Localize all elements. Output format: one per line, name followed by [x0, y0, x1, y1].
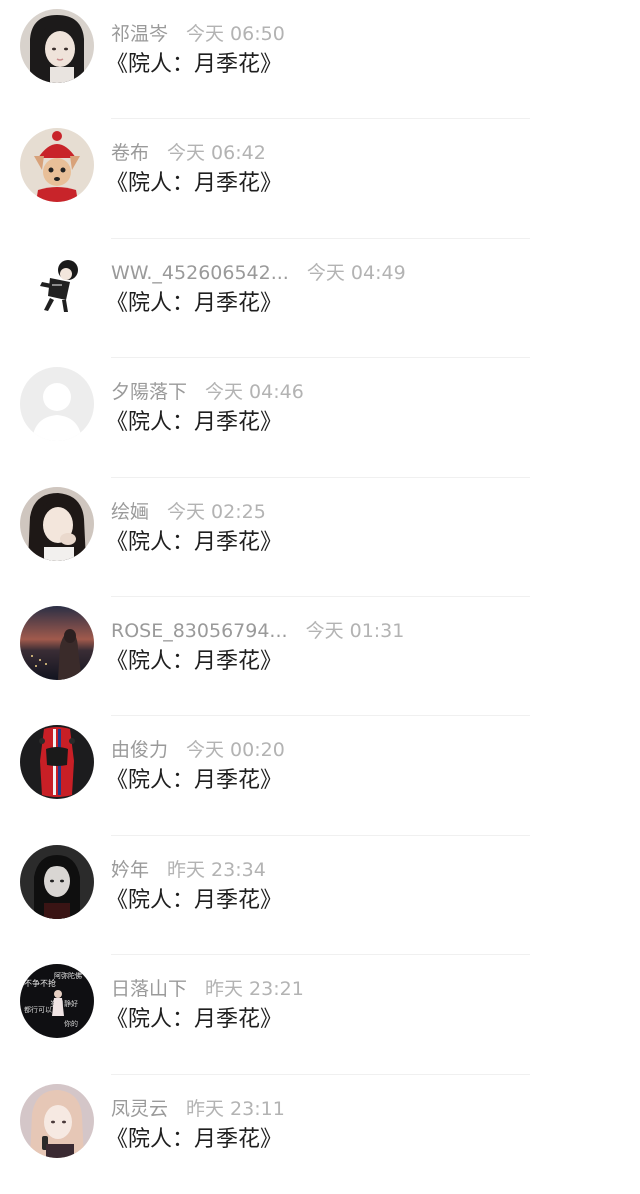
username[interactable]: 夕陽落下	[111, 381, 187, 403]
avatar[interactable]	[20, 605, 94, 680]
timestamp: 今天 04:49	[306, 261, 406, 284]
username[interactable]: 日落山下	[111, 978, 187, 1000]
comment-text: 《院人：月季花》	[106, 290, 283, 316]
comment-meta: 由俊力 今天 00:20	[111, 735, 285, 762]
username[interactable]: 由俊力	[111, 739, 168, 761]
avatar-dog-red-hat-icon	[20, 128, 94, 203]
username[interactable]: 妗年	[111, 859, 149, 881]
avatar-text: 你的	[64, 1019, 78, 1028]
list-item[interactable]: 不争不抢 阿弥陀佛 岁月静好 都行可以 你的 日落山下 昨天 23:21 《院人：…	[0, 955, 640, 1075]
timestamp: 昨天 23:11	[186, 1097, 285, 1120]
avatar-default-silhouette-icon	[20, 367, 94, 442]
timestamp: 今天 00:20	[186, 739, 285, 762]
list-item[interactable]: WW._452606542... 今天 04:49 《院人：月季花》	[0, 239, 640, 359]
list-item[interactable]: 绘婳 今天 02:25 《院人：月季花》	[0, 478, 640, 597]
avatar[interactable]	[20, 9, 94, 83]
avatar[interactable]: 不争不抢 阿弥陀佛 岁月静好 都行可以 你的	[20, 964, 94, 1039]
avatar[interactable]	[20, 247, 94, 322]
comment-meta: 绘婳 今天 02:25	[111, 497, 266, 524]
list-item[interactable]: 夕陽落下 今天 04:46 《院人：月季花》	[0, 358, 640, 478]
avatar-girl-dark-hair-icon	[20, 9, 94, 83]
timestamp: 昨天 23:21	[205, 978, 304, 1001]
avatar-cartoon-boy-icon	[20, 247, 94, 322]
timestamp: 今天 02:25	[167, 500, 266, 523]
timestamp: 昨天 23:34	[167, 858, 266, 881]
comment-meta: 卷布 今天 06:42	[111, 138, 266, 165]
avatar[interactable]	[20, 486, 94, 561]
username[interactable]: 绘婳	[111, 501, 149, 523]
list-item[interactable]: 祁温岑 今天 06:50 《院人：月季花》	[0, 0, 640, 120]
comment-meta: WW._452606542... 今天 04:49	[111, 258, 406, 285]
comment-text: 《院人：月季花》	[106, 529, 283, 555]
avatar[interactable]	[20, 725, 94, 800]
avatar-text: 不争不抢	[24, 978, 56, 988]
comment-text: 《院人：月季花》	[106, 768, 283, 794]
comment-meta: 祁温岑 今天 06:50	[111, 19, 285, 46]
avatar-girl-singer-icon	[20, 1083, 94, 1158]
avatar-text-collage-icon: 不争不抢 阿弥陀佛 岁月静好 都行可以 你的	[20, 964, 94, 1039]
avatar-text: 都行可以	[24, 1005, 52, 1014]
comment-list: 祁温岑 今天 06:50 《院人：月季花》 卷布 今天 06:42 《院人：月季花》	[0, 0, 640, 1194]
comment-text: 《院人：月季花》	[106, 1126, 283, 1152]
timestamp: 今天 06:42	[167, 142, 266, 165]
avatar[interactable]	[20, 128, 94, 203]
list-item[interactable]: ROSE_83056794... 今天 01:31 《院人：月季花》	[0, 597, 640, 717]
avatar-red-car-icon	[20, 725, 94, 800]
avatar-night-city-icon	[20, 605, 94, 680]
comment-text: 《院人：月季花》	[106, 648, 283, 674]
username[interactable]: 祁温岑	[111, 23, 168, 45]
avatar-girl-bw-icon	[20, 844, 94, 919]
username[interactable]: 凤灵云	[111, 1098, 168, 1120]
timestamp: 今天 01:31	[305, 619, 405, 642]
timestamp: 今天 04:46	[205, 381, 304, 404]
comment-meta: 夕陽落下 今天 04:46	[111, 377, 304, 404]
comment-meta: 日落山下 昨天 23:21	[111, 974, 304, 1001]
comment-text: 《院人：月季花》	[106, 410, 283, 436]
username[interactable]: ROSE_83056794...	[111, 620, 288, 642]
username[interactable]: 卷布	[111, 142, 149, 164]
avatar[interactable]	[20, 844, 94, 919]
avatar[interactable]	[20, 367, 94, 442]
username[interactable]: WW._452606542...	[111, 262, 289, 284]
comment-meta: 妗年 昨天 23:34	[111, 855, 266, 882]
avatar-girl-portrait-icon	[20, 486, 94, 561]
list-item[interactable]: 卷布 今天 06:42 《院人：月季花》	[0, 119, 640, 239]
list-item[interactable]: 由俊力 今天 00:20 《院人：月季花》	[0, 716, 640, 836]
comment-text: 《院人：月季花》	[106, 52, 283, 77]
avatar-text: 阿弥陀佛	[54, 971, 82, 980]
list-item[interactable]: 妗年 昨天 23:34 《院人：月季花》	[0, 836, 640, 956]
comment-text: 《院人：月季花》	[106, 1007, 283, 1033]
avatar[interactable]	[20, 1083, 94, 1158]
comment-text: 《院人：月季花》	[106, 887, 283, 913]
comment-meta: 凤灵云 昨天 23:11	[111, 1094, 285, 1121]
timestamp: 今天 06:50	[186, 23, 285, 45]
comment-text: 《院人：月季花》	[106, 171, 283, 197]
list-item[interactable]: 凤灵云 昨天 23:11 《院人：月季花》	[0, 1075, 640, 1194]
comment-meta: ROSE_83056794... 今天 01:31	[111, 616, 404, 643]
